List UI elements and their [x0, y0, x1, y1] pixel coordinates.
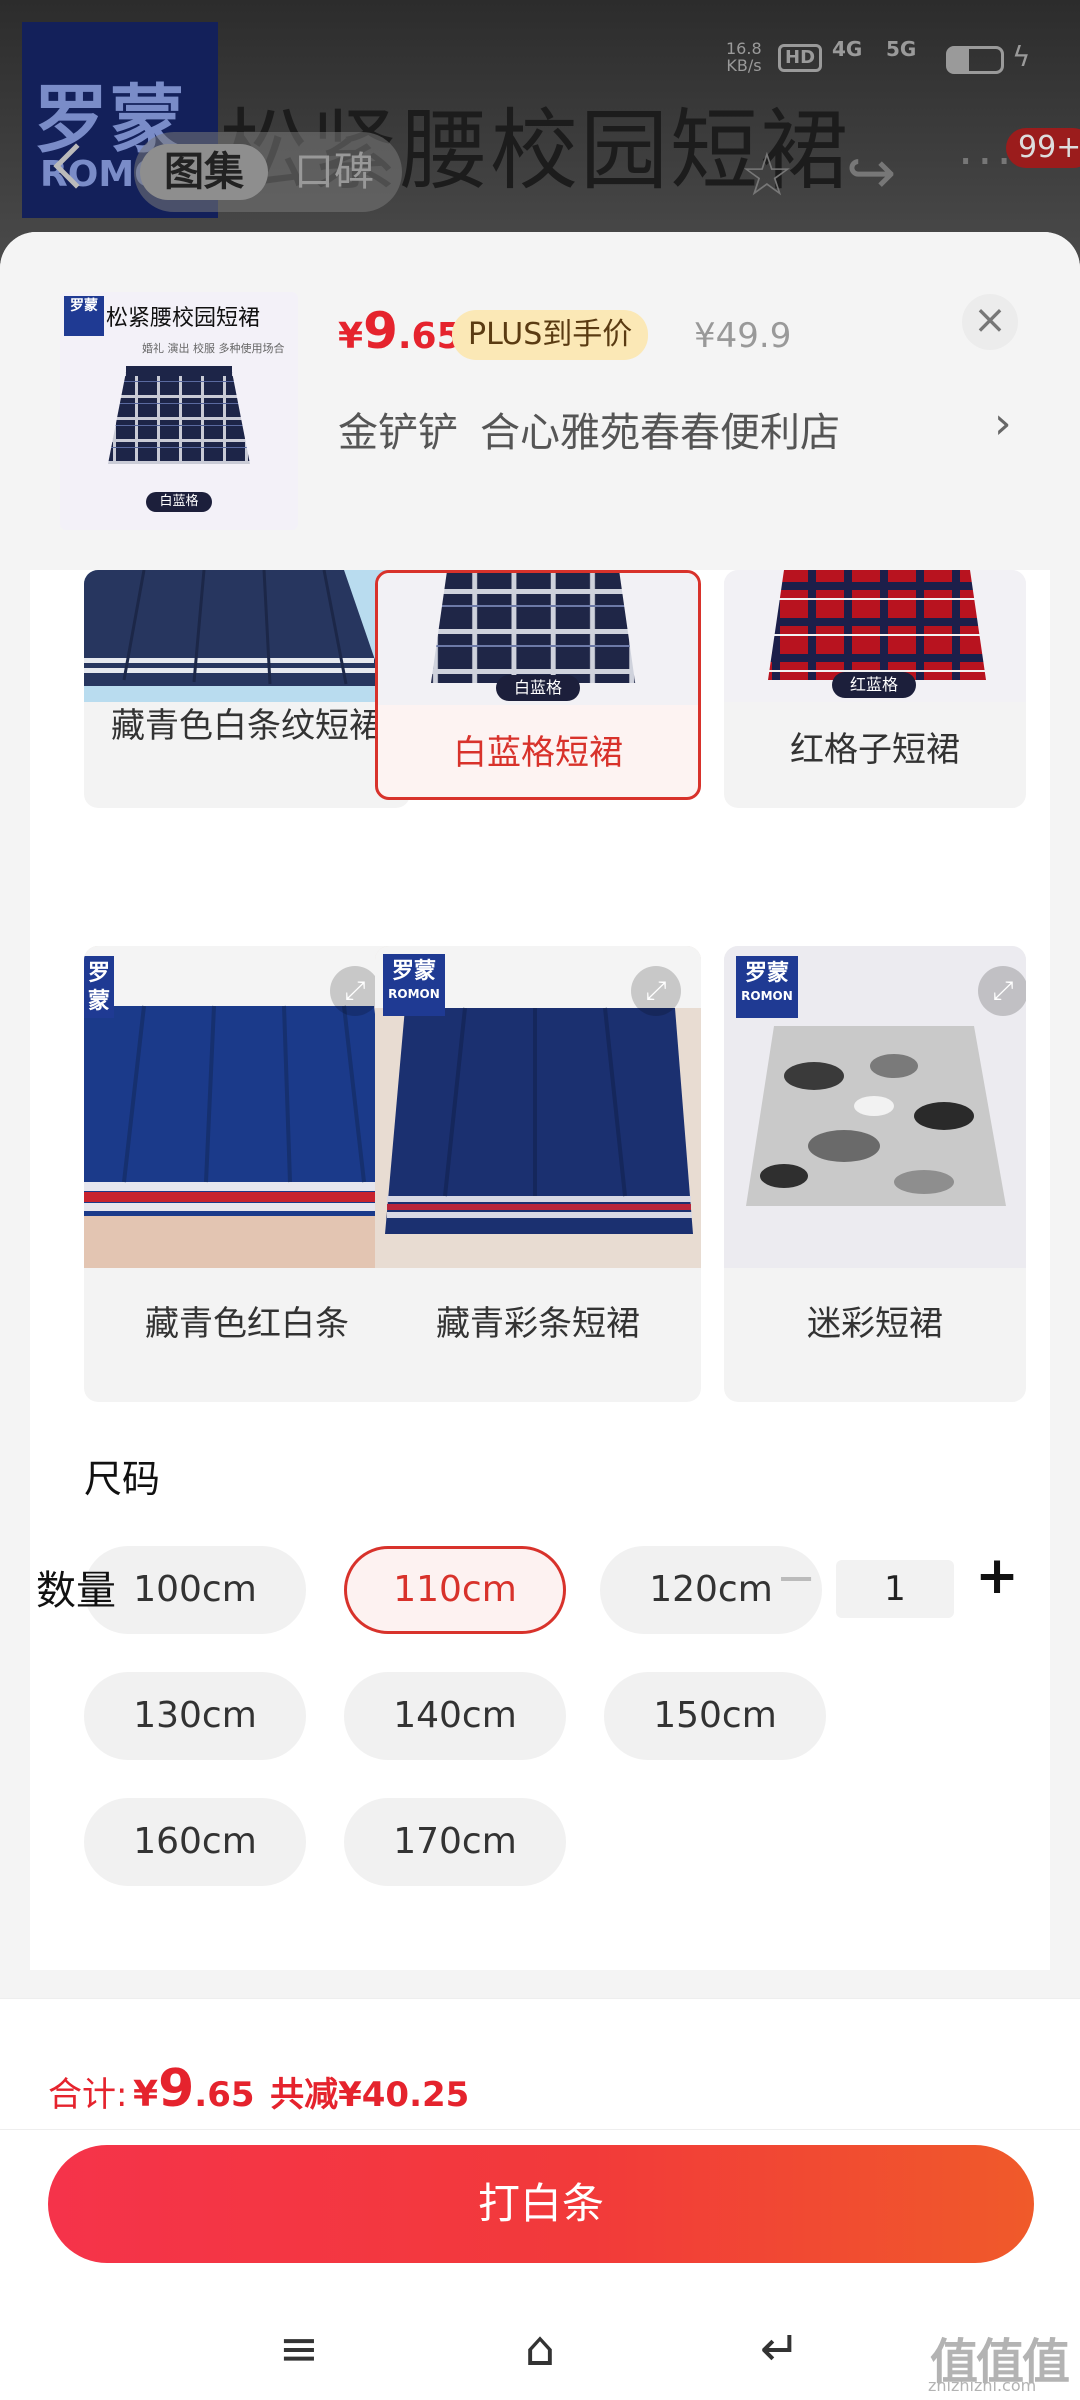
- battery-icon: [946, 46, 1004, 74]
- variant-card-camouflage[interactable]: 罗蒙 ROMON ⤢ 迷彩短裙: [724, 946, 1026, 1402]
- variant-card-navy-white-stripe[interactable]: 藏青色白条纹短裙: [84, 570, 410, 808]
- variant-label: 藏青彩条短裙: [436, 1304, 640, 1344]
- variant-label: 白蓝格短裙: [453, 733, 623, 773]
- store-info[interactable]: 金铲铲 合心雅苑春春便利店: [338, 400, 840, 458]
- total-price: 合计: ¥9.65 共减¥40.25: [48, 2059, 470, 2119]
- product-thumbnail[interactable]: 罗蒙 松紧腰校园短裙 婚礼 演出 校服 多种使用场合 白蓝格: [60, 292, 298, 530]
- size-option-110[interactable]: 110cm: [344, 1546, 566, 1634]
- variant-card-white-blue-plaid[interactable]: 白蓝格 白蓝格短裙: [375, 570, 701, 800]
- size-option-140[interactable]: 140cm: [344, 1672, 566, 1760]
- expand-icon[interactable]: ⤢: [978, 966, 1026, 1016]
- store-user: 金铲铲: [338, 410, 458, 456]
- signal-4g-icon: 4G: [832, 37, 863, 61]
- variant-image-tag: 白蓝格: [496, 675, 580, 701]
- quantity-label: 数量: [36, 1568, 116, 1614]
- thumb-subtitle: 婚礼 演出 校服 多种使用场合: [142, 342, 285, 355]
- variant-card-red-plaid[interactable]: 红蓝格 红格子短裙: [724, 570, 1026, 808]
- store-name: 合心雅苑春春便利店: [480, 410, 840, 456]
- size-option-100[interactable]: 100cm: [84, 1546, 306, 1634]
- original-price: ¥49.9: [694, 316, 792, 356]
- sheet-scroll-content[interactable]: 藏青色白条纹短裙 白蓝格 白蓝格短裙 红蓝格 红格子短裙 罗蒙 ⤢ 藏青色红白条…: [30, 570, 1050, 1970]
- size-option-150[interactable]: 150cm: [604, 1672, 826, 1760]
- savings-text: 共减¥40.25: [270, 2075, 470, 2115]
- thumb-variant-tag: 白蓝格: [146, 492, 212, 512]
- brand-badge: 罗蒙: [84, 956, 114, 1018]
- hd-icon: HD: [778, 44, 823, 72]
- system-navbar: ≡ ⌂ ↵: [0, 2300, 1080, 2400]
- variant-card-navy-rainbow-stripe[interactable]: 罗蒙 ROMON ⤢ 藏青彩条短裙: [375, 946, 701, 1402]
- favorite-star-icon[interactable]: ☆: [740, 140, 794, 210]
- chevron-right-icon[interactable]: ›: [994, 398, 1012, 449]
- close-icon: ×: [973, 297, 1007, 343]
- variant-label: 迷彩短裙: [807, 1304, 943, 1344]
- tab-reviews[interactable]: 口碑: [294, 144, 374, 200]
- size-option-130[interactable]: 130cm: [84, 1672, 306, 1760]
- status-bar: 16.8 KB/s HD 4G 5G ϟ: [0, 0, 1080, 110]
- home-icon[interactable]: ⌂: [505, 2314, 575, 2384]
- network-speed: 16.8 KB/s: [726, 39, 762, 75]
- size-title: 尺码: [84, 1457, 161, 1501]
- thumb-brand-logo: 罗蒙: [64, 296, 104, 336]
- brand-badge: 罗蒙 ROMON: [736, 956, 798, 1018]
- skirt-image: [108, 366, 250, 464]
- size-option-160[interactable]: 160cm: [84, 1798, 306, 1886]
- pay-baitiao-button[interactable]: 打白条: [48, 2145, 1034, 2263]
- quantity-input[interactable]: 1: [836, 1560, 954, 1618]
- variant-image-tag: 红蓝格: [832, 672, 916, 698]
- variant-label: 藏青色白条纹短裙: [111, 706, 383, 746]
- message-badge: 99+: [1006, 128, 1080, 168]
- thumb-title: 松紧腰校园短裙: [106, 306, 261, 331]
- plus-price-badge: PLUS到手价: [452, 310, 649, 360]
- brand-badge: 罗蒙 ROMON: [383, 954, 445, 1016]
- variant-card-navy-red-white[interactable]: 罗蒙 ⤢ 藏青色红白条: [84, 946, 410, 1402]
- media-tabs: 图集 口碑: [134, 132, 402, 212]
- back-nav-icon[interactable]: ↵: [745, 2314, 815, 2384]
- quantity-decrement-button[interactable]: −: [776, 1550, 816, 1610]
- expand-icon[interactable]: ⤢: [631, 966, 681, 1016]
- sheet-header: 罗蒙 松紧腰校园短裙 婚礼 演出 校服 多种使用场合 白蓝格 ¥9.65 PLU…: [0, 232, 1080, 572]
- variant-label: 藏青色红白条: [145, 1304, 349, 1344]
- charging-icon: ϟ: [1012, 40, 1031, 73]
- variant-label: 红格子短裙: [790, 730, 960, 770]
- sku-selector-sheet: 罗蒙 松紧腰校园短裙 婚礼 演出 校服 多种使用场合 白蓝格 ¥9.65 PLU…: [0, 232, 1080, 1998]
- share-icon[interactable]: ↪: [846, 138, 896, 208]
- close-button[interactable]: ×: [962, 294, 1018, 350]
- size-option-170[interactable]: 170cm: [344, 1798, 566, 1886]
- divider: [0, 2129, 1080, 2130]
- quantity-increment-button[interactable]: +: [974, 1548, 1020, 1608]
- current-price: ¥9.65: [338, 302, 462, 360]
- tab-gallery[interactable]: 图集: [140, 144, 268, 200]
- expand-icon[interactable]: ⤢: [330, 966, 380, 1016]
- skirt-image: [84, 570, 410, 702]
- signal-5g-icon: 5G: [886, 37, 917, 61]
- watermark-url: zhizhizhi.com: [928, 2376, 1037, 2395]
- menu-icon[interactable]: ≡: [264, 2314, 334, 2384]
